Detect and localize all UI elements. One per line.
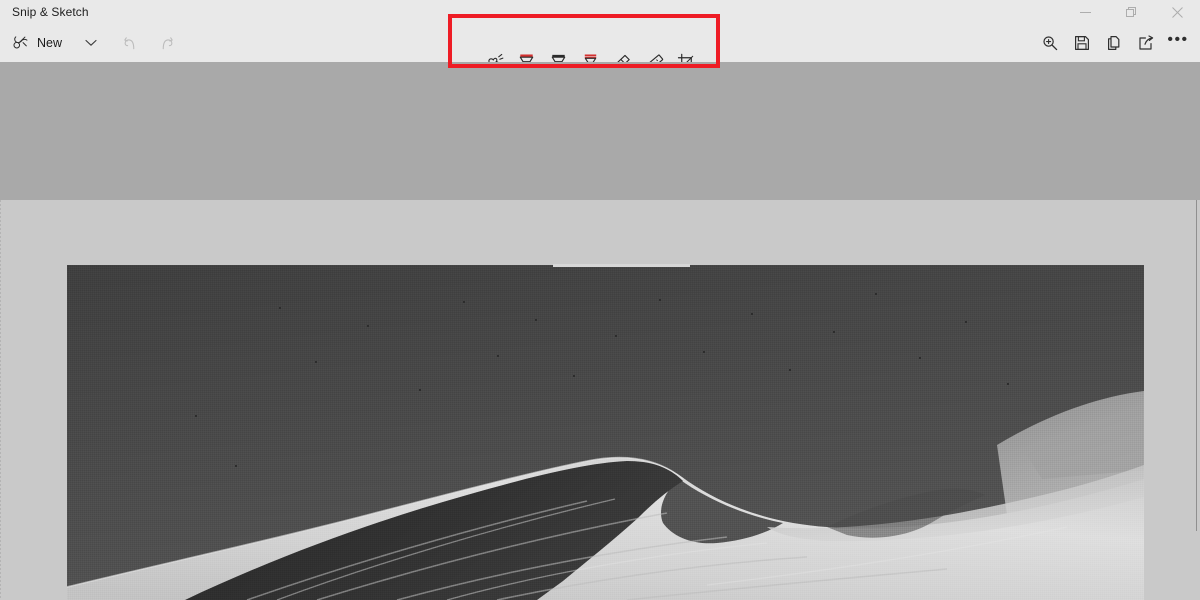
more-options-button[interactable]: ••• xyxy=(1162,27,1194,59)
maximize-button[interactable] xyxy=(1108,0,1154,24)
ellipsis-icon: ••• xyxy=(1167,31,1189,48)
sand-dune-photo xyxy=(67,265,1144,600)
share-button[interactable] xyxy=(1130,27,1162,59)
new-snip-dropdown-button[interactable] xyxy=(76,28,106,58)
minimize-icon xyxy=(1079,11,1091,13)
save-button[interactable] xyxy=(1066,27,1098,59)
command-bar: New ••• xyxy=(0,24,1200,83)
close-icon xyxy=(1171,6,1183,18)
redo-button[interactable] xyxy=(152,28,182,58)
undo-arrow-icon xyxy=(123,36,134,49)
close-button[interactable] xyxy=(1154,0,1200,24)
canvas-top-band xyxy=(0,62,1200,200)
undo-button[interactable] xyxy=(114,28,144,58)
restore-icon xyxy=(1125,6,1136,17)
magnifier-plus-icon xyxy=(1043,36,1058,51)
vertical-scrollbar-track[interactable] xyxy=(1196,200,1197,531)
canvas-left-edge-marker xyxy=(0,200,1,600)
snip-scissors-icon xyxy=(13,36,28,49)
zoom-button[interactable] xyxy=(1034,27,1066,59)
command-bar-right-group: ••• xyxy=(1034,24,1194,62)
new-snip-button[interactable]: New xyxy=(6,28,70,58)
window-controls xyxy=(1062,0,1200,24)
redo-arrow-icon xyxy=(162,36,173,49)
new-snip-label: New xyxy=(37,36,63,50)
minimize-button[interactable] xyxy=(1062,0,1108,24)
snip-and-sketch-window: Snip & Sketch New ••• xyxy=(0,0,1200,600)
floppy-save-icon xyxy=(1075,36,1089,50)
title-bar: Snip & Sketch xyxy=(0,0,1200,24)
command-bar-left-group: New xyxy=(0,24,182,62)
chevron-down-icon xyxy=(85,39,97,46)
app-title: Snip & Sketch xyxy=(12,5,89,19)
share-arrow-icon xyxy=(1139,35,1154,50)
horizontal-scrollbar-thumb[interactable] xyxy=(553,264,690,267)
snipped-screenshot-image[interactable] xyxy=(67,265,1144,600)
copy-pages-icon xyxy=(1108,36,1120,50)
copy-button[interactable] xyxy=(1098,27,1130,59)
